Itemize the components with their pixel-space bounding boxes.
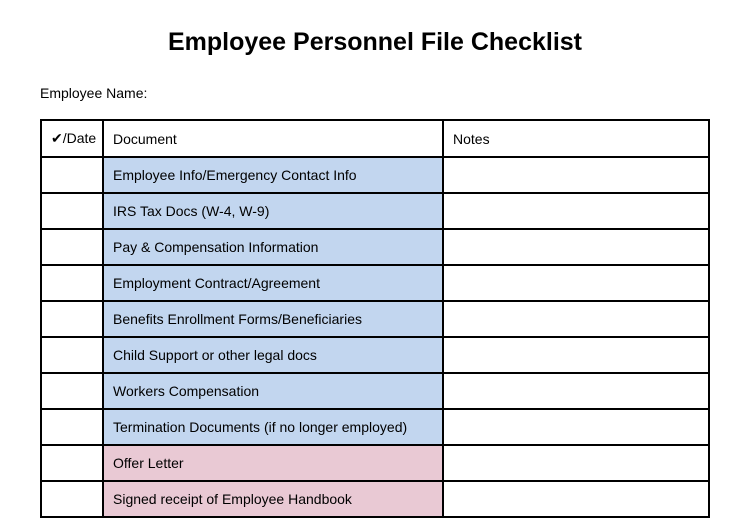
- cell-notes[interactable]: [443, 265, 709, 301]
- cell-document: Pay & Compensation Information: [103, 229, 443, 265]
- cell-notes[interactable]: [443, 337, 709, 373]
- cell-check[interactable]: [41, 481, 103, 517]
- page-title: Employee Personnel File Checklist: [40, 28, 710, 57]
- table-row: Termination Documents (if no longer empl…: [41, 409, 709, 445]
- header-check: ✔/Date: [41, 120, 103, 157]
- cell-notes[interactable]: [443, 409, 709, 445]
- cell-check[interactable]: [41, 445, 103, 481]
- cell-document: Termination Documents (if no longer empl…: [103, 409, 443, 445]
- cell-check[interactable]: [41, 409, 103, 445]
- table-row: Employment Contract/Agreement: [41, 265, 709, 301]
- table-row: Pay & Compensation Information: [41, 229, 709, 265]
- checklist-table: ✔/Date Document Notes Employee Info/Emer…: [40, 119, 710, 518]
- header-notes: Notes: [443, 120, 709, 157]
- cell-notes[interactable]: [443, 445, 709, 481]
- cell-check[interactable]: [41, 373, 103, 409]
- cell-check[interactable]: [41, 193, 103, 229]
- cell-check[interactable]: [41, 157, 103, 193]
- table-row: Signed receipt of Employee Handbook: [41, 481, 709, 517]
- table-row: IRS Tax Docs (W-4, W-9): [41, 193, 709, 229]
- page-container: Employee Personnel File Checklist Employ…: [0, 0, 750, 518]
- employee-name-label: Employee Name:: [40, 85, 710, 101]
- cell-notes[interactable]: [443, 481, 709, 517]
- cell-check[interactable]: [41, 301, 103, 337]
- cell-document: Signed receipt of Employee Handbook: [103, 481, 443, 517]
- table-row: Workers Compensation: [41, 373, 709, 409]
- cell-check[interactable]: [41, 229, 103, 265]
- cell-notes[interactable]: [443, 229, 709, 265]
- cell-document: IRS Tax Docs (W-4, W-9): [103, 193, 443, 229]
- cell-notes[interactable]: [443, 193, 709, 229]
- cell-document: Benefits Enrollment Forms/Beneficiaries: [103, 301, 443, 337]
- cell-notes[interactable]: [443, 301, 709, 337]
- table-row: Offer Letter: [41, 445, 709, 481]
- table-row: Benefits Enrollment Forms/Beneficiaries: [41, 301, 709, 337]
- table-header-row: ✔/Date Document Notes: [41, 120, 709, 157]
- cell-document: Offer Letter: [103, 445, 443, 481]
- cell-check[interactable]: [41, 265, 103, 301]
- header-document: Document: [103, 120, 443, 157]
- cell-document: Employment Contract/Agreement: [103, 265, 443, 301]
- cell-notes[interactable]: [443, 157, 709, 193]
- cell-document: Employee Info/Emergency Contact Info: [103, 157, 443, 193]
- table-row: Child Support or other legal docs: [41, 337, 709, 373]
- cell-check[interactable]: [41, 337, 103, 373]
- cell-document: Workers Compensation: [103, 373, 443, 409]
- cell-document: Child Support or other legal docs: [103, 337, 443, 373]
- table-row: Employee Info/Emergency Contact Info: [41, 157, 709, 193]
- cell-notes[interactable]: [443, 373, 709, 409]
